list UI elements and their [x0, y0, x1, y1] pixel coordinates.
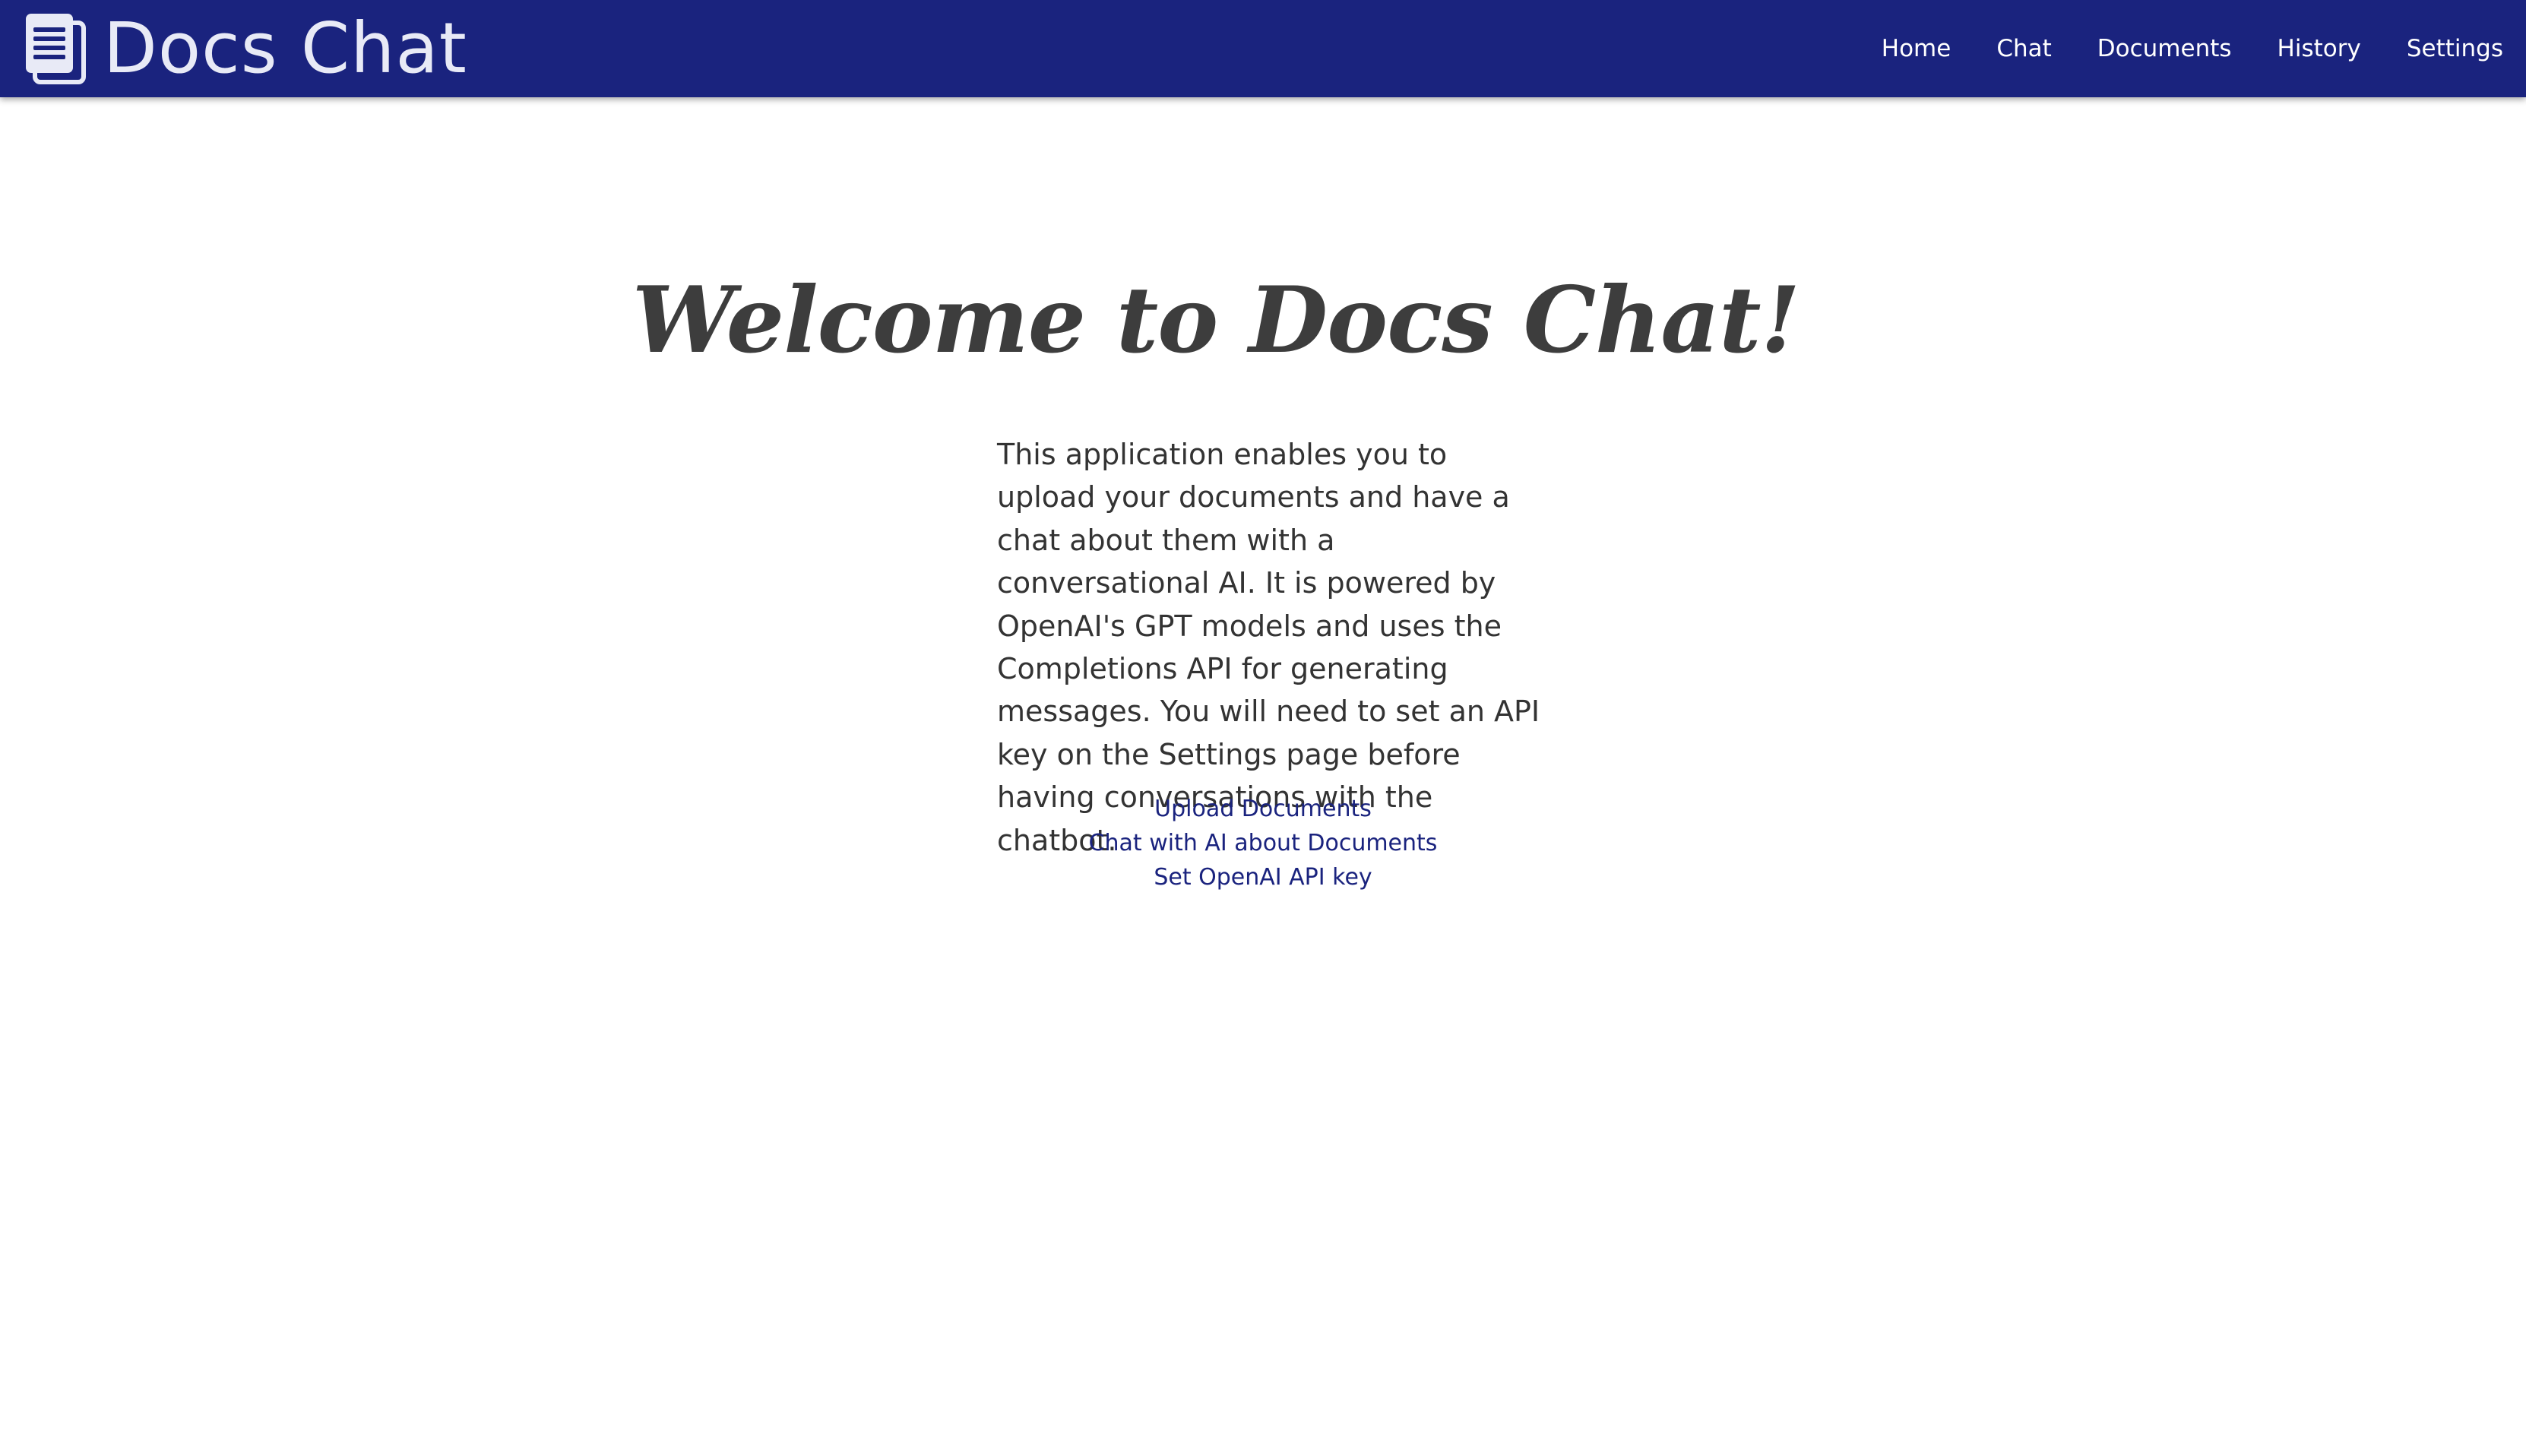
brand[interactable]: Docs Chat — [24, 0, 467, 97]
nav-home[interactable]: Home — [1859, 35, 1974, 62]
upload-documents-link[interactable]: Upload Documents — [959, 792, 1567, 826]
page-title: Welcome to Docs Chat! — [632, 267, 1800, 375]
brand-title: Docs Chat — [103, 8, 467, 89]
set-api-key-link[interactable]: Set OpenAI API key — [959, 860, 1567, 894]
nav-documents[interactable]: Documents — [2075, 35, 2255, 62]
nav-links: Home Chat Documents History Settings — [1859, 35, 2503, 62]
nav-chat[interactable]: Chat — [1974, 35, 2074, 62]
nav-settings[interactable]: Settings — [2384, 35, 2503, 62]
quick-links: Upload Documents Chat with AI about Docu… — [959, 792, 1567, 894]
nav-history[interactable]: History — [2255, 35, 2384, 62]
top-navbar: Docs Chat Home Chat Documents History Se… — [0, 0, 2526, 97]
document-icon — [26, 14, 86, 84]
main-content: Welcome to Docs Chat! This application e… — [0, 97, 2526, 1456]
chat-with-ai-link[interactable]: Chat with AI about Documents — [959, 826, 1567, 860]
